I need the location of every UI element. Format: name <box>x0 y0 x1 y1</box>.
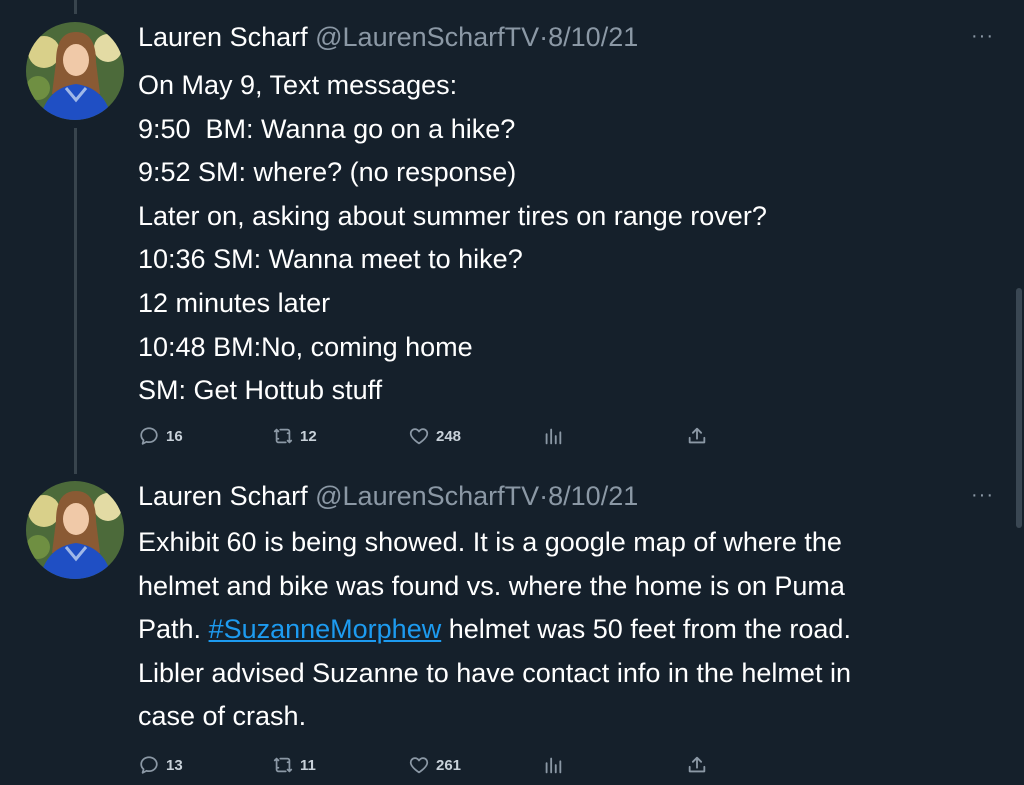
tweet-line: 10:48 BM:No, coming home <box>138 331 473 362</box>
tweet-text: Exhibit 60 is being showed. It is a goog… <box>138 521 988 739</box>
share-button[interactable] <box>686 424 708 448</box>
retweet-icon <box>273 757 293 773</box>
tweet-text-fragment: helmet was 50 feet from the road. <box>448 614 851 644</box>
views-button[interactable] <box>542 753 564 777</box>
tweet-actions: 13 11 261 <box>138 753 738 777</box>
tweet-date[interactable]: 8/10/21 <box>548 481 638 511</box>
reply-icon <box>140 756 158 774</box>
reply-icon <box>140 427 158 445</box>
tweet-line: case of crash. <box>138 701 307 731</box>
scrollbar[interactable] <box>1016 288 1022 528</box>
avatar-image <box>26 22 124 120</box>
tweet-line: SM: Get Hottub stuff <box>138 375 383 406</box>
tweet-line: Libler advised Suzanne to have contact i… <box>138 657 851 688</box>
retweet-button[interactable]: 11 <box>272 753 316 777</box>
retweet-icon <box>273 428 293 444</box>
tweet-line: 9:50 BM: Wanna go on a hike? <box>138 113 516 144</box>
heart-icon <box>409 428 429 445</box>
tweet-header: Lauren Scharf @LaurenScharfTV·8/10/21 <box>138 479 638 513</box>
avatar[interactable] <box>26 22 124 120</box>
more-icon[interactable]: ··· <box>971 485 994 505</box>
bar-chart-icon <box>545 428 562 445</box>
tweet-line: On May 9, Text messages: <box>138 70 458 100</box>
separator-dot: · <box>539 22 549 52</box>
author-name[interactable]: Lauren Scharf <box>138 22 308 52</box>
views-button[interactable] <box>542 424 564 448</box>
reply-button[interactable]: 16 <box>138 424 183 448</box>
share-button[interactable] <box>686 753 708 777</box>
tweet-date[interactable]: 8/10/21 <box>548 22 638 52</box>
tweet-actions: 16 12 248 <box>138 424 738 448</box>
avatar[interactable] <box>26 481 124 579</box>
thread-line-top <box>74 0 77 14</box>
like-button[interactable]: 248 <box>408 424 461 448</box>
like-count: 248 <box>436 427 462 445</box>
like-button[interactable]: 261 <box>408 753 461 777</box>
timeline: Lauren Scharf @LaurenScharfTV·8/10/21 ··… <box>0 0 1024 785</box>
retweet-count: 11 <box>300 756 316 774</box>
author-name[interactable]: Lauren Scharf <box>138 481 308 511</box>
tweet-line: 12 minutes later <box>138 287 331 318</box>
tweet[interactable]: Lauren Scharf @LaurenScharfTV·8/10/21 ··… <box>0 479 1024 785</box>
reply-count: 16 <box>166 427 183 445</box>
tweet-line: Exhibit 60 is being showed. It is a goog… <box>138 527 842 557</box>
tweet-header: Lauren Scharf @LaurenScharfTV·8/10/21 <box>138 20 638 54</box>
author-handle[interactable]: @LaurenScharfTV <box>315 22 539 52</box>
author-handle[interactable]: @LaurenScharfTV <box>315 481 539 511</box>
retweet-button[interactable]: 12 <box>272 424 317 448</box>
reply-count: 13 <box>166 756 183 774</box>
heart-icon <box>409 757 429 774</box>
tweet-line: Later on, asking about summer tires on r… <box>138 200 767 231</box>
like-count: 261 <box>436 756 462 774</box>
more-icon[interactable]: ··· <box>971 26 994 46</box>
tweet-line: 9:52 SM: where? (no response) <box>138 157 517 188</box>
share-icon <box>688 427 706 444</box>
tweet-line: 10:36 SM: Wanna meet to hike? <box>138 244 523 275</box>
tweet-line: Path. #SuzanneMorphew helmet was 50 feet… <box>138 608 988 652</box>
reply-button[interactable]: 13 <box>138 753 183 777</box>
avatar-image <box>26 481 124 579</box>
separator-dot: · <box>539 481 549 511</box>
tweet-line: helmet and bike was found vs. where the … <box>138 570 845 601</box>
hashtag-link[interactable]: #SuzanneMorphew <box>209 614 442 644</box>
tweet[interactable]: Lauren Scharf @LaurenScharfTV·8/10/21 ··… <box>0 20 1024 460</box>
tweet-text-fragment: Path. <box>138 614 202 644</box>
bar-chart-icon <box>545 757 562 774</box>
share-icon <box>688 756 706 773</box>
tweet-text: On May 9, Text messages: 9:50 BM: Wanna … <box>138 64 988 413</box>
retweet-count: 12 <box>300 427 317 445</box>
